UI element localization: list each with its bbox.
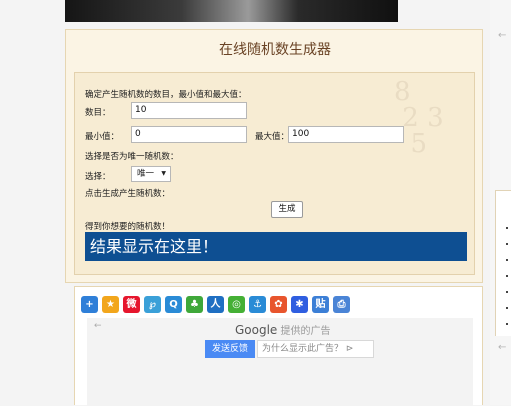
qzone-icon[interactable]: ★ (102, 296, 119, 313)
kaixin-icon[interactable]: ♣ (186, 296, 203, 313)
count-field[interactable]: 10 (131, 102, 247, 119)
weibo-icon[interactable]: 微 (123, 296, 140, 313)
renren-icon[interactable]: 人 (207, 296, 224, 313)
min-field[interactable]: 0 (131, 126, 247, 143)
list-bullet (506, 243, 508, 245)
ad-brand: Google (235, 323, 278, 337)
ad-title: Google 提供的广告 (235, 322, 331, 337)
min-label: 最小值： (85, 132, 120, 142)
tieba-post-icon[interactable]: 贴 (312, 296, 329, 313)
ad-container: ← Google 提供的广告 发送反馈 为什么显示此广告？ ⊳ (87, 318, 473, 406)
list-bullet (506, 227, 508, 229)
ad-back-icon[interactable]: ← (94, 321, 102, 331)
decoration: 8 2 3 5 (394, 77, 444, 159)
unique-question: 选择是否为唯一随机数： (85, 152, 179, 162)
generator-form: 8 2 3 5 确定产生随机数的数目，最小值和最大值： 数目： 10 最小值： … (74, 72, 475, 275)
instruction-text: 确定产生随机数的数目，最小值和最大值： (85, 90, 247, 100)
qq-icon[interactable]: Q (165, 296, 182, 313)
generator-panel: 在线随机数生成器 8 2 3 5 确定产生随机数的数目，最小值和最大值： 数目：… (65, 29, 483, 283)
back-arrow-icon[interactable]: ← (498, 342, 506, 353)
max-label: 最大值： (255, 132, 290, 142)
list-bullet (506, 259, 508, 261)
ad-suffix: 提供的广告 (277, 326, 331, 337)
wechat-icon[interactable]: ◎ (228, 296, 245, 313)
baidu-icon[interactable]: ✱ (291, 296, 308, 313)
select-label: 选择： (85, 172, 111, 182)
print-icon[interactable]: ⎙ (333, 296, 350, 313)
list-bullet (506, 323, 508, 325)
unique-select-value: 唯一 (137, 169, 155, 179)
tieba-icon[interactable]: ✿ (270, 296, 287, 313)
send-feedback-button[interactable]: 发送反馈 (205, 340, 255, 358)
generate-button[interactable]: 生成 (271, 201, 303, 218)
count-label: 数目： (85, 108, 111, 118)
why-this-ad-button[interactable]: 为什么显示此广告？ ⊳ (257, 340, 374, 358)
max-field[interactable]: 100 (288, 126, 404, 143)
list-bullet (506, 291, 508, 293)
dropdown-arrow-icon: ▼ (161, 170, 166, 177)
list-bullet (506, 307, 508, 309)
result-box: 结果显示在这里！ (85, 232, 467, 261)
page-title: 在线随机数生成器 (219, 42, 331, 58)
unique-select[interactable]: 唯一 ▼ (131, 166, 171, 182)
sidebar-list (495, 190, 511, 336)
result-label: 得到你想要的随机数！ (85, 222, 171, 232)
header-photo (65, 0, 398, 22)
back-arrow-icon[interactable]: ← (498, 30, 506, 41)
share-more-icon[interactable]: + (81, 296, 98, 313)
pengyou-icon[interactable]: ⚓ (249, 296, 266, 313)
click-hint: 点击生成产生随机数： (85, 189, 171, 199)
list-bullet (506, 275, 508, 277)
share-panel: + ★ 微 ℘ Q ♣ 人 ◎ ⚓ ✿ ✱ 贴 ⎙ ← Google 提供的广告 发送反馈 为什么显示此… (74, 286, 483, 406)
tencent-weibo-icon[interactable]: ℘ (144, 296, 161, 313)
